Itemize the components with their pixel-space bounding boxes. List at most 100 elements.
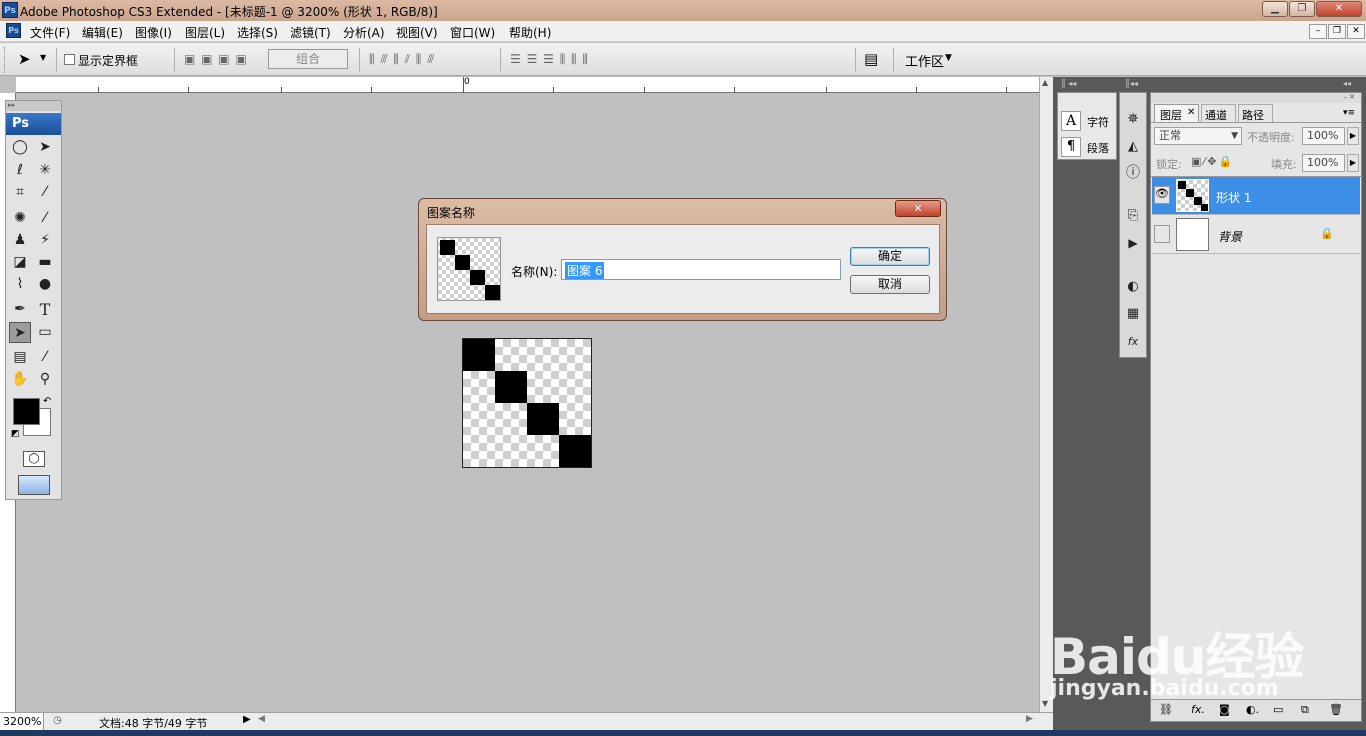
tab-paths[interactable]: 路径 <box>1238 104 1273 122</box>
zoom-tool-icon[interactable]: ⚲ <box>34 369 56 390</box>
eye-icon-hidden[interactable] <box>1154 225 1170 243</box>
menu-filter[interactable]: 滤镜(T) <box>290 24 331 41</box>
swap-colors-icon[interactable]: ↶ <box>43 396 51 407</box>
opacity-slider-button[interactable]: ▶ <box>1347 127 1359 145</box>
menu-layer[interactable]: 图层(L) <box>185 24 225 41</box>
clone-stamp-icon[interactable]: ♟ <box>9 230 31 251</box>
tab-layers[interactable]: 图层 ✕ <box>1154 104 1199 122</box>
history-icon[interactable]: ⎘ <box>1122 205 1144 226</box>
dialog-close-button[interactable]: ✕ <box>895 200 941 217</box>
brush-tool-icon[interactable]: ⁄ <box>34 208 56 229</box>
cancel-button[interactable]: 取消 <box>850 275 930 294</box>
zoom-level[interactable]: 3200% <box>0 713 44 730</box>
close-button[interactable]: ✕ <box>1316 1 1362 17</box>
menu-analysis[interactable]: 分析(A) <box>343 24 385 41</box>
layer-style-icon[interactable]: fx. <box>1191 703 1205 716</box>
scroll-left-icon[interactable]: ◀ <box>258 714 265 724</box>
healing-brush-icon[interactable]: ✺ <box>9 208 31 229</box>
menu-select[interactable]: 选择(S) <box>237 24 278 41</box>
info-icon[interactable]: ⓘ <box>1122 163 1144 184</box>
new-group-icon[interactable]: ▭ <box>1273 703 1283 716</box>
maximize-button[interactable]: ❐ <box>1289 1 1315 17</box>
move-tool-icon[interactable]: ➤ <box>34 137 56 158</box>
eye-icon[interactable]: 👁 <box>1154 186 1170 204</box>
show-bounds-checkbox[interactable] <box>64 54 75 65</box>
dodge-tool-icon[interactable]: ● <box>34 274 56 295</box>
type-tool-icon[interactable]: T <box>34 299 56 320</box>
eyedropper-tool-icon[interactable]: ⁄ <box>34 347 56 368</box>
magic-wand-icon[interactable]: ✳ <box>34 160 56 181</box>
shape-tool-icon[interactable]: ▭ <box>34 322 56 343</box>
adjustment-layer-icon[interactable]: ◐. <box>1246 703 1259 716</box>
marquee-tool-icon[interactable]: ◯ <box>9 137 31 158</box>
slice-tool-icon[interactable]: ⁄ <box>34 182 56 203</box>
doc-restore-button[interactable]: ❐ <box>1328 24 1346 39</box>
align-icons[interactable]: ⫼ ⫻ ⫼ ⫽ ⫼ ⫻ <box>369 52 435 67</box>
histogram-icon[interactable]: ◭ <box>1122 136 1144 157</box>
path-ops-icons[interactable]: ▣ ▣ ▣ ▣ <box>184 52 248 66</box>
pattern-name-input[interactable]: 图案 6 <box>561 259 841 280</box>
screen-mode-icon[interactable] <box>18 475 50 495</box>
layer-mask-icon[interactable]: ◙ <box>1219 703 1230 716</box>
lock-icons[interactable]: ▣⁄✥🔒 <box>1191 155 1234 168</box>
menu-file[interactable]: 文件(F) <box>30 24 70 41</box>
opacity-input[interactable]: 100% <box>1302 127 1345 145</box>
layer-name[interactable]: 形状 1 <box>1216 189 1251 206</box>
toolbox-grip[interactable]: ▸▸ <box>6 101 61 111</box>
pen-tool-icon[interactable]: ✒ <box>9 299 31 320</box>
close-tab-icon[interactable]: ✕ <box>1187 107 1195 118</box>
ok-button[interactable]: 确定 <box>850 247 930 266</box>
minimize-button[interactable]: ▁ <box>1262 1 1288 17</box>
layer-name[interactable]: 背景 <box>1218 228 1242 245</box>
link-layers-icon[interactable]: ⛓ <box>1159 703 1173 716</box>
notes-tool-icon[interactable]: ▤ <box>9 347 31 368</box>
layer-row-shape1[interactable]: 👁 形状 1 <box>1152 177 1360 215</box>
paragraph-icon[interactable]: ¶ <box>1061 137 1081 157</box>
quick-mask-icon[interactable]: ◯ <box>23 451 45 467</box>
combine-button[interactable]: 组合 <box>268 49 348 69</box>
tab-channels[interactable]: 通道 <box>1201 104 1236 122</box>
move-tool-icon[interactable]: ➤ <box>18 50 31 68</box>
document-canvas[interactable] <box>462 338 592 468</box>
blur-tool-icon[interactable]: ⌇ <box>9 274 31 295</box>
layer-row-background[interactable]: 背景 🔒 <box>1152 216 1360 254</box>
menu-edit[interactable]: 编辑(E) <box>82 24 123 41</box>
actions-icon[interactable]: ▶ <box>1122 233 1144 254</box>
menu-help[interactable]: 帮助(H) <box>509 24 551 41</box>
styles-icon[interactable]: fx <box>1122 331 1144 352</box>
blend-mode-select[interactable]: 正常 ▼ <box>1154 127 1242 145</box>
delete-layer-icon[interactable]: 🗑 <box>1329 703 1343 716</box>
default-colors-icon[interactable]: ◩ <box>11 429 20 439</box>
fill-input[interactable]: 100% <box>1302 154 1345 172</box>
navigator-icon[interactable]: ✵ <box>1122 109 1144 130</box>
panel-menu-icon[interactable]: ▾≡ <box>1343 108 1355 118</box>
eraser-tool-icon[interactable]: ◪ <box>9 252 31 273</box>
status-menu-arrow[interactable]: ▶ <box>243 714 251 725</box>
crop-tool-icon[interactable]: ⌗ <box>9 182 31 203</box>
menu-image[interactable]: 图像(I) <box>135 24 172 41</box>
hand-tool-icon[interactable]: ✋ <box>9 369 31 390</box>
doc-close-button[interactable]: ✕ <box>1347 24 1365 39</box>
foreground-color-swatch[interactable] <box>13 398 40 425</box>
menu-view[interactable]: 视图(V) <box>396 24 438 41</box>
chevron-down-icon[interactable]: ▼ <box>945 53 952 63</box>
history-brush-icon[interactable]: ⚡ <box>34 230 56 251</box>
horizontal-ruler[interactable]: 0 <box>16 77 1039 93</box>
workspace-menu[interactable]: 工作区 <box>905 51 944 70</box>
new-layer-icon[interactable]: ⧉ <box>1301 703 1309 717</box>
character-icon[interactable]: A <box>1061 111 1081 131</box>
menu-window[interactable]: 窗口(W) <box>450 24 495 41</box>
scroll-right-icon[interactable]: ▶ <box>1026 714 1033 724</box>
doc-minimize-button[interactable]: – <box>1309 24 1327 39</box>
chevron-down-icon[interactable]: ▼ <box>40 53 46 62</box>
color-icon[interactable]: ◐ <box>1122 276 1144 297</box>
gradient-tool-icon[interactable]: ▬ <box>34 252 56 273</box>
character-tab[interactable]: 字符 <box>1087 114 1109 130</box>
fill-slider-button[interactable]: ▶ <box>1347 154 1359 172</box>
swatches-icon[interactable]: ▦ <box>1122 303 1144 324</box>
paragraph-tab[interactable]: 段落 <box>1087 140 1109 156</box>
distribute-icons[interactable]: ☰ ☰ ☰ ⫼ ⫼ ⫼ <box>510 52 589 67</box>
lasso-tool-icon[interactable]: ℓ <box>9 160 31 181</box>
bridge-icon[interactable]: ▤ <box>864 50 878 68</box>
path-selection-tool-icon[interactable]: ➤ <box>9 322 31 343</box>
